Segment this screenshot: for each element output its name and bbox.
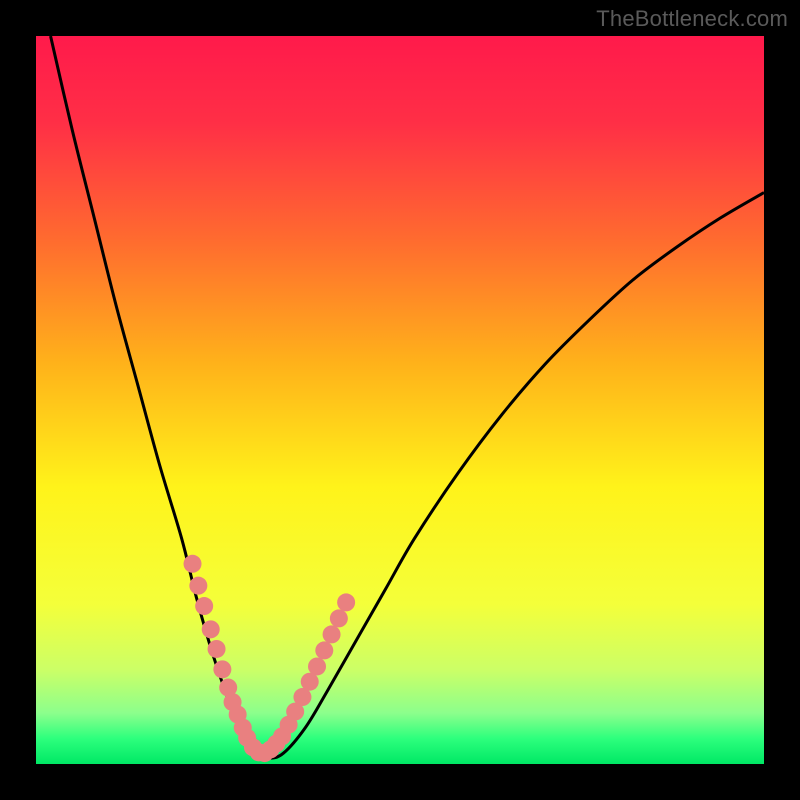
watermark-text: TheBottleneck.com: [596, 6, 788, 32]
gradient-background: [36, 36, 764, 764]
chart-frame: TheBottleneck.com: [0, 0, 800, 800]
plot-area: [36, 36, 764, 764]
